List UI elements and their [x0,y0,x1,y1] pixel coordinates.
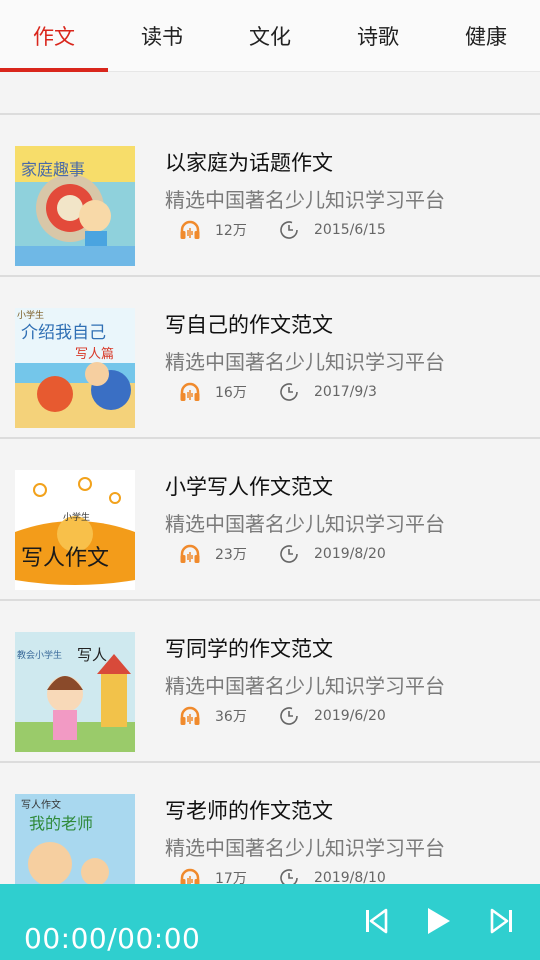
item-thumbnail: 教会小学生 写人 [15,632,135,752]
previous-track-button[interactable] [361,906,391,936]
item-meta: 16万 2017/9/3 [178,380,377,404]
play-count: 36万 [215,709,247,725]
clock-icon [277,218,301,242]
skip-previous-icon [366,908,388,934]
headphone-icon [178,704,202,728]
play-count: 16万 [215,385,247,401]
item-thumbnail: 小学生 介绍我自己 写人篇 [15,308,135,428]
clock-icon [277,542,301,566]
publish-date: 2019/6/20 [314,708,386,724]
list-item[interactable]: 教会小学生 写人 写同学的作文范文 精选中国著名少儿知识学习平台 36万 201… [0,601,540,763]
list-item[interactable]: 写人作文 我的老师 写老师的作文范文 精选中国著名少儿知识学习平台 17万 20… [0,763,540,885]
item-title: 写老师的作文范文 [165,799,333,823]
playback-time: 00:00/00:00 [24,922,201,955]
list-item[interactable]: 家庭趣事 以家庭为话题作文 精选中国著名少儿知识学习平台 12万 2015/6/… [0,115,540,277]
item-thumbnail: 写人作文 我的老师 [15,794,135,885]
list-item[interactable]: 小学生 写人作文 小学写人作文范文 精选中国著名少儿知识学习平台 23万 201… [0,439,540,601]
thumb-top: 小学生 [63,511,90,523]
clock-icon [277,704,301,728]
play-count: 23万 [215,547,247,563]
tab-health[interactable]: 健康 [432,0,540,72]
thumb-subtitle: 写人篇 [75,347,114,362]
list-item[interactable]: 小学生 介绍我自己 写人篇 写自己的作文范文 精选中国著名少儿知识学习平台 16… [0,277,540,439]
skip-next-icon [490,908,512,934]
item-description: 精选中国著名少儿知识学习平台 [165,512,445,536]
thumb-title: 介绍我自己 [21,323,106,343]
clock-icon [277,866,301,885]
category-tab-bar: 作文 读书 文化 诗歌 健康 [0,0,540,72]
play-count: 12万 [215,223,247,239]
item-title: 小学写人作文范文 [165,475,333,499]
thumb-title: 我的老师 [29,814,93,833]
publish-date: 2019/8/10 [314,870,386,885]
item-meta: 17万 2019/8/10 [178,866,386,885]
publish-date: 2017/9/3 [314,384,377,400]
item-description: 精选中国著名少儿知识学习平台 [165,350,445,374]
headphone-icon [178,542,202,566]
tab-culture[interactable]: 文化 [216,0,324,72]
item-description: 精选中国著名少儿知识学习平台 [165,674,445,698]
next-track-button[interactable] [487,906,517,936]
thumb-top: 小学生 [17,309,44,321]
tab-reading[interactable]: 读书 [108,0,216,72]
thumb-title: 写人作文 [21,546,109,571]
play-count: 17万 [215,871,247,885]
headphone-icon [178,218,202,242]
item-meta: 36万 2019/6/20 [178,704,386,728]
item-description: 精选中国著名少儿知识学习平台 [165,836,445,860]
play-button[interactable] [421,904,455,938]
tab-poetry[interactable]: 诗歌 [324,0,432,72]
item-meta: 23万 2019/8/20 [178,542,386,566]
item-title: 写同学的作文范文 [165,637,333,661]
thumb-title: 写人 [77,646,107,664]
item-thumbnail: 小学生 写人作文 [15,470,135,590]
item-title: 写自己的作文范文 [165,313,333,337]
tab-essay[interactable]: 作文 [0,0,108,72]
thumb-top: 写人作文 [21,798,61,811]
headphone-icon [178,380,202,404]
play-icon [428,908,450,934]
item-title: 以家庭为话题作文 [165,151,333,175]
publish-date: 2015/6/15 [314,222,386,238]
item-meta: 12万 2015/6/15 [178,218,386,242]
list-header-spacer [0,72,540,115]
audio-player-bar: 00:00/00:00 [0,884,540,960]
item-thumbnail: 家庭趣事 [15,146,135,266]
thumb-top: 教会小学生 [17,649,62,661]
clock-icon [277,380,301,404]
headphone-icon [178,866,202,885]
thumb-title: 家庭趣事 [21,160,85,179]
article-list[interactable]: 家庭趣事 以家庭为话题作文 精选中国著名少儿知识学习平台 12万 2015/6/… [0,115,540,885]
publish-date: 2019/8/20 [314,546,386,562]
item-description: 精选中国著名少儿知识学习平台 [165,188,445,212]
